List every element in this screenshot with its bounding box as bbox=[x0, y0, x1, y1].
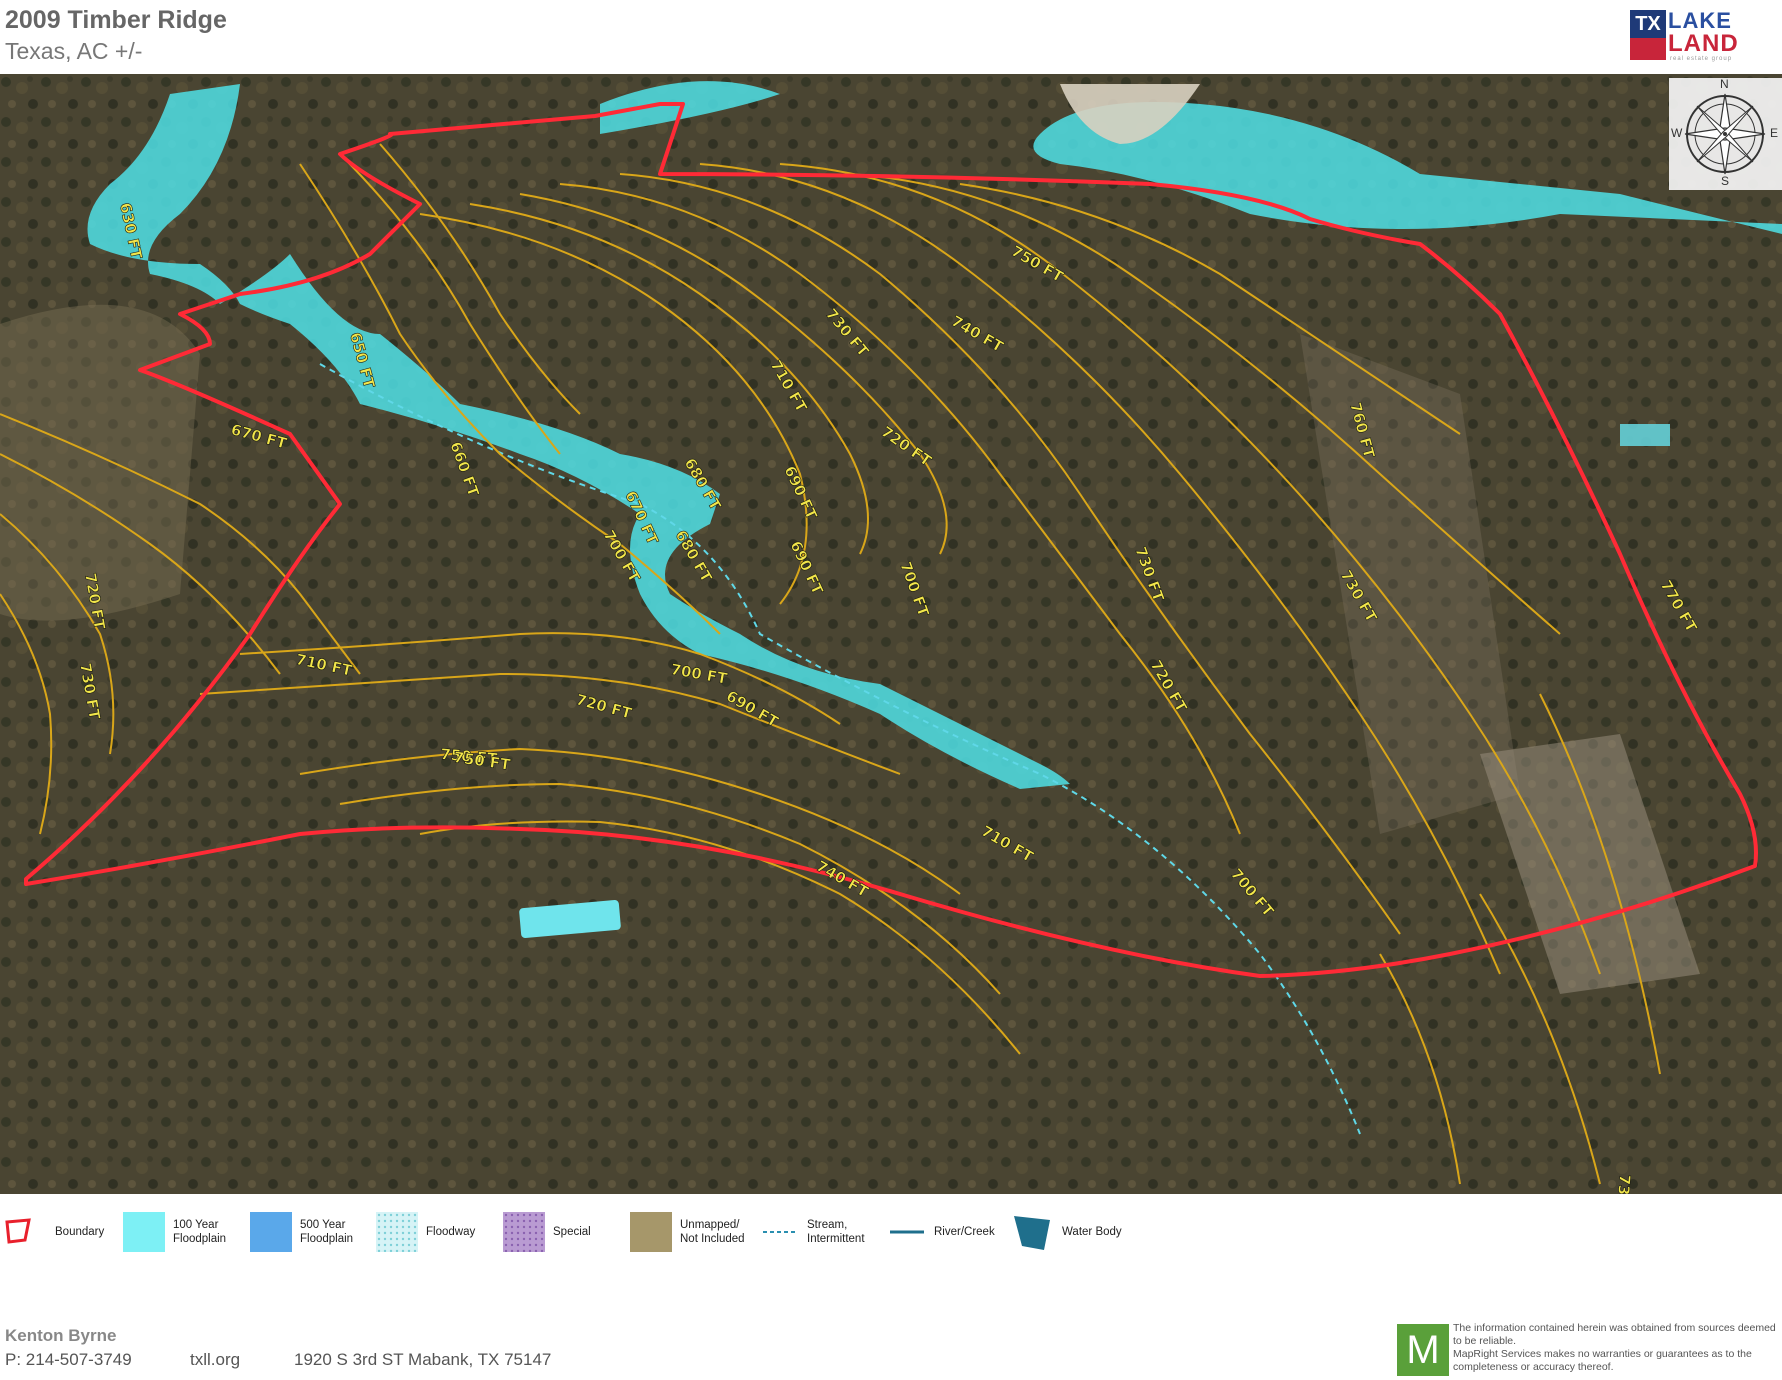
boundary-swatch-icon bbox=[5, 1218, 31, 1244]
disclaimer-text: The information contained herein was obt… bbox=[1453, 1322, 1776, 1373]
legend-item-floodway: Floodway bbox=[376, 1210, 475, 1254]
swimming-pool bbox=[1620, 424, 1670, 446]
agent-name: Kenton Byrne bbox=[5, 1326, 117, 1345]
unmapped-swatch-icon bbox=[630, 1212, 672, 1252]
floodplain-100-swatch-icon bbox=[123, 1212, 165, 1252]
website-link[interactable]: txll.org bbox=[190, 1350, 240, 1370]
floodplain-500-swatch-icon bbox=[250, 1212, 292, 1252]
compass-south: S bbox=[1721, 174, 1730, 188]
special-swatch-icon bbox=[503, 1212, 545, 1252]
aerial-imagery bbox=[0, 74, 1782, 1194]
legend-label: Special bbox=[553, 1226, 591, 1238]
legend-item-stream: Stream, Intermittent bbox=[757, 1210, 865, 1254]
map-canvas[interactable]: 630 FT650 FT660 FT670 FT680 FT 690 FT 700 … bbox=[0, 74, 1782, 1194]
page-subtitle: Texas, AC +/- bbox=[5, 38, 143, 64]
aerial-map[interactable]: 630 FT 650 FT 660 FT 670 FT 680 FT 690 FT 700 … bbox=[0, 74, 1782, 1194]
legend-label: 100 Year Floodplain bbox=[173, 1219, 227, 1245]
legend-item-floodplain-100: 100 Year Floodplain bbox=[123, 1210, 226, 1254]
logo-waves-icon bbox=[1630, 38, 1666, 60]
legend-item-unmapped: Unmapped/ Not Included bbox=[630, 1210, 745, 1254]
compass-rose: N S E W bbox=[1669, 77, 1782, 190]
compass-east: E bbox=[1770, 126, 1779, 140]
legend-item-river: River/Creek bbox=[884, 1210, 995, 1254]
logo-land: LAND bbox=[1668, 30, 1739, 57]
mapright-logo: M bbox=[1397, 1324, 1449, 1376]
river-swatch-icon bbox=[890, 1230, 924, 1234]
tx-lake-land-logo[interactable]: TX LAKE LAND real estate group bbox=[1628, 8, 1739, 62]
legend-item-special: Special bbox=[503, 1210, 591, 1254]
page-footer: Kenton Byrne P: 214-507-3749 txll.org 19… bbox=[0, 1264, 1782, 1380]
logo-tx: TX bbox=[1630, 10, 1666, 38]
floodway-swatch-icon bbox=[376, 1212, 418, 1252]
compass-west: W bbox=[1671, 126, 1683, 140]
office-address: 1920 S 3rd ST Mabank, TX 75147 bbox=[294, 1350, 552, 1369]
legend-item-water-body: Water Body bbox=[1012, 1210, 1122, 1254]
page-header: 2009 Timber Ridge Texas, AC +/- TX LAKE … bbox=[0, 0, 1782, 74]
page-title: 2009 Timber Ridge bbox=[5, 6, 227, 34]
legend-label: Stream, Intermittent bbox=[807, 1219, 865, 1245]
agent-phone[interactable]: P: 214-507-3749 bbox=[5, 1350, 132, 1370]
legend-label: Boundary bbox=[55, 1226, 105, 1238]
logo-tagline: real estate group bbox=[1670, 56, 1733, 62]
legend-item-floodplain-500: 500 Year Floodplain bbox=[250, 1210, 353, 1254]
stream-swatch-icon bbox=[763, 1231, 795, 1233]
legend-label: Unmapped/ Not Included bbox=[680, 1219, 745, 1245]
legend-label: Floodway bbox=[426, 1226, 476, 1238]
water-body-swatch-icon bbox=[1014, 1216, 1050, 1250]
legend-label: Water Body bbox=[1062, 1226, 1122, 1238]
legend-item-boundary: Boundary bbox=[5, 1210, 104, 1254]
legend-label: 500 Year Floodplain bbox=[300, 1219, 354, 1245]
compass-north: N bbox=[1720, 77, 1729, 91]
legend-label: River/Creek bbox=[934, 1226, 995, 1238]
map-legend: Boundary 100 Year Floodplain 500 Year Fl… bbox=[0, 1194, 1782, 1264]
